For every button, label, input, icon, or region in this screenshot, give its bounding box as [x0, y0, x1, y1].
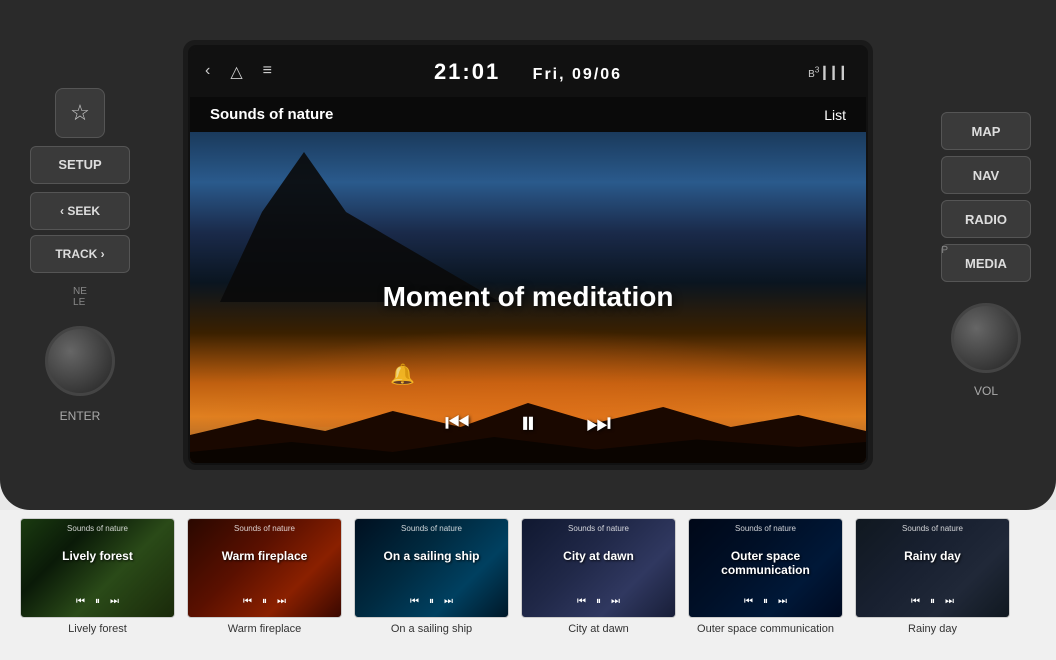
thumb-caption-5: Outer space communication	[697, 622, 834, 636]
prev-button[interactable]: ⏮	[445, 407, 470, 440]
song-title: Moment of meditation	[383, 280, 674, 312]
p-label: P	[941, 245, 948, 256]
thumb-caption-6: Rainy day	[908, 622, 957, 636]
thumbnail-item-4: Sounds of nature City at dawn ⏮ ⏸ ⏭ City…	[521, 518, 676, 636]
thumb-prev-1[interactable]: ⏮	[76, 596, 85, 607]
vol-label: VOL	[974, 384, 998, 398]
car-unit: ☆ SETUP ‹ SEEK TRACK › NE LE ENTER ‹ △ ≡…	[0, 0, 1056, 510]
thumb-prev-6[interactable]: ⏮	[911, 596, 920, 607]
screen-titlebar: Sounds of nature List	[190, 97, 866, 132]
next-button[interactable]: ⏭	[586, 407, 611, 440]
enter-label: ENTER	[60, 409, 101, 423]
star-icon: ☆	[70, 100, 90, 126]
thumb-controls-4: ⏮ ⏸ ⏭	[522, 596, 675, 607]
track-button[interactable]: TRACK ›	[30, 235, 130, 273]
thumb-next-2[interactable]: ⏭	[277, 596, 286, 607]
thumbnail-card-2[interactable]: Sounds of nature Warm fireplace ⏮ ⏸ ⏭	[187, 518, 342, 618]
setup-button[interactable]: SETUP	[30, 146, 130, 184]
time: 21:01	[434, 59, 500, 84]
thumb-title-4: City at dawn	[522, 549, 675, 563]
screen-topbar: ‹ △ ≡ 21:01 Fri, 09/06 B3 ▎▎▎	[190, 47, 866, 97]
thumb-pause-4[interactable]: ⏸	[596, 596, 601, 607]
thumb-title-3: On a sailing ship	[355, 549, 508, 563]
thumbnails-section: Sounds of nature Lively forest ⏮ ⏸ ⏭ Liv…	[0, 510, 1056, 660]
home-icon[interactable]: △	[230, 62, 242, 82]
thumb-caption-4: City at dawn	[568, 622, 629, 636]
thumb-next-1[interactable]: ⏭	[110, 596, 119, 607]
media-button[interactable]: MEDIA	[941, 244, 1031, 282]
thumb-app-label-1: Sounds of nature	[21, 524, 174, 533]
favorite-button[interactable]: ☆	[55, 88, 105, 138]
thumbnail-card-5[interactable]: Sounds of nature Outer space communicati…	[688, 518, 843, 618]
seek-track-group: ‹ SEEK TRACK ›	[30, 192, 130, 273]
thumb-caption-1: Lively forest	[68, 622, 127, 636]
signal-icon: B3 ▎▎▎	[808, 64, 851, 80]
seek-button[interactable]: ‹ SEEK	[30, 192, 130, 230]
thumb-app-label-3: Sounds of nature	[355, 524, 508, 533]
map-button[interactable]: MAP	[941, 112, 1031, 150]
thumb-pause-3[interactable]: ⏸	[429, 596, 434, 607]
thumb-next-3[interactable]: ⏭	[444, 596, 453, 607]
thumb-title-6: Rainy day	[856, 549, 1009, 563]
pause-button[interactable]: ⏸	[520, 404, 536, 442]
thumb-next-4[interactable]: ⏭	[611, 596, 620, 607]
thumb-next-6[interactable]: ⏭	[945, 596, 954, 607]
thumb-pause-6[interactable]: ⏸	[930, 596, 935, 607]
thumb-prev-5[interactable]: ⏮	[744, 596, 753, 607]
thumb-caption-3: On a sailing ship	[391, 622, 472, 636]
thumbnail-item-3: Sounds of nature On a sailing ship ⏮ ⏸ ⏭…	[354, 518, 509, 636]
thumb-prev-3[interactable]: ⏮	[410, 596, 419, 607]
thumb-pause-1[interactable]: ⏸	[95, 596, 100, 607]
volume-knob[interactable]	[951, 303, 1021, 373]
thumb-app-label-5: Sounds of nature	[689, 524, 842, 533]
nav-button[interactable]: NAV	[941, 156, 1031, 194]
thumbnail-card-6[interactable]: Sounds of nature Rainy day ⏮ ⏸ ⏭	[855, 518, 1010, 618]
thumb-title-2: Warm fireplace	[188, 549, 341, 563]
time-display: 21:01 Fri, 09/06	[434, 59, 622, 85]
app-title: Sounds of nature	[210, 106, 333, 123]
thumb-title-5: Outer space communication	[689, 549, 842, 577]
thumb-app-label-2: Sounds of nature	[188, 524, 341, 533]
thumb-controls-3: ⏮ ⏸ ⏭	[355, 596, 508, 607]
thumb-controls-5: ⏮ ⏸ ⏭	[689, 596, 842, 607]
left-panel: ☆ SETUP ‹ SEEK TRACK › NE LE ENTER	[0, 0, 160, 510]
bell-decoration: 🔔	[390, 362, 415, 387]
ne-le-label: NE LE	[73, 286, 87, 308]
thumbnail-item-6: Sounds of nature Rainy day ⏮ ⏸ ⏭ Rainy d…	[855, 518, 1010, 636]
thumbnail-card-1[interactable]: Sounds of nature Lively forest ⏮ ⏸ ⏭	[20, 518, 175, 618]
thumb-pause-2[interactable]: ⏸	[262, 596, 267, 607]
right-panel: MAP NAV RADIO MEDIA VOL	[916, 0, 1056, 510]
thumb-prev-4[interactable]: ⏮	[577, 596, 586, 607]
thumb-app-label-6: Sounds of nature	[856, 524, 1009, 533]
menu-icon[interactable]: ≡	[263, 62, 272, 82]
thumb-app-label-4: Sounds of nature	[522, 524, 675, 533]
thumb-controls-6: ⏮ ⏸ ⏭	[856, 596, 1009, 607]
thumbnail-item-2: Sounds of nature Warm fireplace ⏮ ⏸ ⏭ Wa…	[187, 518, 342, 636]
enter-knob[interactable]	[45, 326, 115, 396]
thumb-caption-2: Warm fireplace	[228, 622, 302, 636]
thumbnail-card-3[interactable]: Sounds of nature On a sailing ship ⏮ ⏸ ⏭	[354, 518, 509, 618]
back-icon[interactable]: ‹	[205, 62, 210, 82]
screen-frame: ‹ △ ≡ 21:01 Fri, 09/06 B3 ▎▎▎ Sounds of …	[183, 40, 873, 470]
date: Fri, 09/06	[533, 66, 622, 83]
thumb-prev-2[interactable]: ⏮	[243, 596, 252, 607]
nav-icons: ‹ △ ≡	[205, 62, 272, 82]
radio-button[interactable]: RADIO	[941, 200, 1031, 238]
thumbnail-item-5: Sounds of nature Outer space communicati…	[688, 518, 843, 636]
thumb-title-1: Lively forest	[21, 549, 174, 563]
main-screen: ‹ △ ≡ 21:01 Fri, 09/06 B3 ▎▎▎ Sounds of …	[188, 45, 868, 465]
thumb-pause-5[interactable]: ⏸	[763, 596, 768, 607]
list-button[interactable]: List	[824, 107, 846, 123]
thumb-controls-1: ⏮ ⏸ ⏭	[21, 596, 174, 607]
thumbnail-item-1: Sounds of nature Lively forest ⏮ ⏸ ⏭ Liv…	[20, 518, 175, 636]
thumb-next-5[interactable]: ⏭	[778, 596, 787, 607]
thumbnail-card-4[interactable]: Sounds of nature City at dawn ⏮ ⏸ ⏭	[521, 518, 676, 618]
artwork-area: 🔔 Moment of meditation ⏮ ⏸ ⏭	[190, 132, 866, 465]
player-controls: ⏮ ⏸ ⏭	[445, 404, 611, 442]
thumb-controls-2: ⏮ ⏸ ⏭	[188, 596, 341, 607]
